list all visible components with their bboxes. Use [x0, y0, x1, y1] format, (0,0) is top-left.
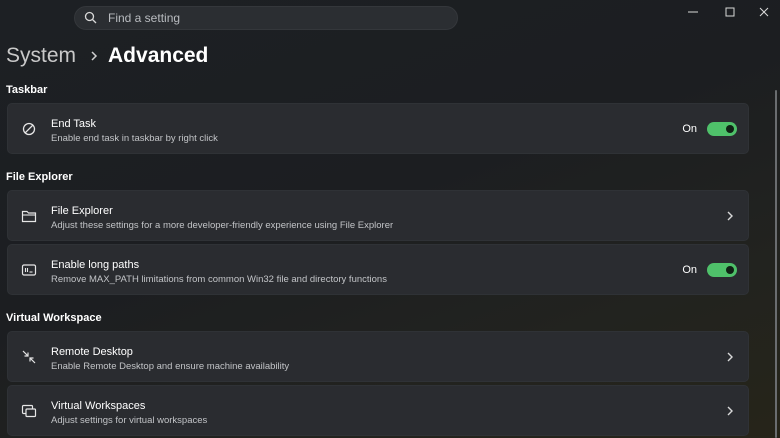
page-title: Advanced: [108, 44, 209, 67]
search-icon: [84, 11, 98, 25]
minimize-icon: [688, 11, 698, 13]
toggle-state-label: On: [682, 123, 697, 135]
toggle-state-label: On: [682, 264, 697, 276]
setting-remote-desktop[interactable]: Remote Desktop Enable Remote Desktop and…: [7, 331, 749, 382]
scrollbar-thumb[interactable]: [775, 90, 777, 438]
setting-description: Adjust these settings for a more develop…: [51, 220, 394, 231]
breadcrumb-system[interactable]: System: [6, 44, 76, 68]
section-title-virtual-workspace: Virtual Workspace: [6, 312, 102, 324]
close-button[interactable]: [746, 0, 780, 24]
chevron-right-icon: [724, 404, 736, 418]
long-paths-toggle[interactable]: [707, 263, 737, 277]
setting-file-explorer[interactable]: File Explorer Adjust these settings for …: [7, 190, 749, 241]
maximize-button[interactable]: [712, 0, 748, 24]
chevron-right-icon: [90, 50, 98, 62]
virtual-workspace-icon: [21, 403, 37, 419]
end-task-toggle-group: On: [682, 122, 737, 136]
setting-title: Virtual Workspaces: [51, 400, 146, 412]
setting-description: Enable Remote Desktop and ensure machine…: [51, 361, 290, 372]
chevron-right-icon: [724, 209, 736, 223]
prohibited-icon: [21, 121, 37, 137]
setting-description: Enable end task in taskbar by right clic…: [51, 133, 218, 144]
maximize-icon: [725, 7, 735, 17]
chevron-right-icon: [724, 350, 736, 364]
close-icon: [759, 7, 769, 17]
setting-title: Remote Desktop: [51, 346, 133, 358]
setting-title: File Explorer: [51, 205, 113, 217]
remote-desktop-icon: [21, 349, 37, 365]
setting-description: Remove MAX_PATH limitations from common …: [51, 274, 387, 285]
long-path-icon: [21, 262, 37, 278]
end-task-toggle[interactable]: [707, 122, 737, 136]
scrollbar[interactable]: [775, 90, 778, 438]
long-paths-toggle-group: On: [682, 263, 737, 277]
folder-icon: [21, 208, 37, 224]
setting-end-task[interactable]: End Task Enable end task in taskbar by r…: [7, 103, 749, 154]
search-box[interactable]: [74, 6, 458, 30]
setting-virtual-workspaces[interactable]: Virtual Workspaces Adjust settings for v…: [7, 385, 749, 436]
search-input[interactable]: [106, 10, 450, 26]
setting-title: End Task: [51, 118, 97, 130]
setting-enable-long-paths[interactable]: Enable long paths Remove MAX_PATH limita…: [7, 244, 749, 295]
section-title-taskbar: Taskbar: [6, 84, 48, 96]
setting-title: Enable long paths: [51, 259, 140, 271]
minimize-button[interactable]: [675, 0, 711, 24]
section-title-file-explorer: File Explorer: [6, 171, 73, 183]
breadcrumb: System Advanced: [6, 42, 208, 70]
setting-description: Adjust settings for virtual workspaces: [51, 415, 208, 426]
